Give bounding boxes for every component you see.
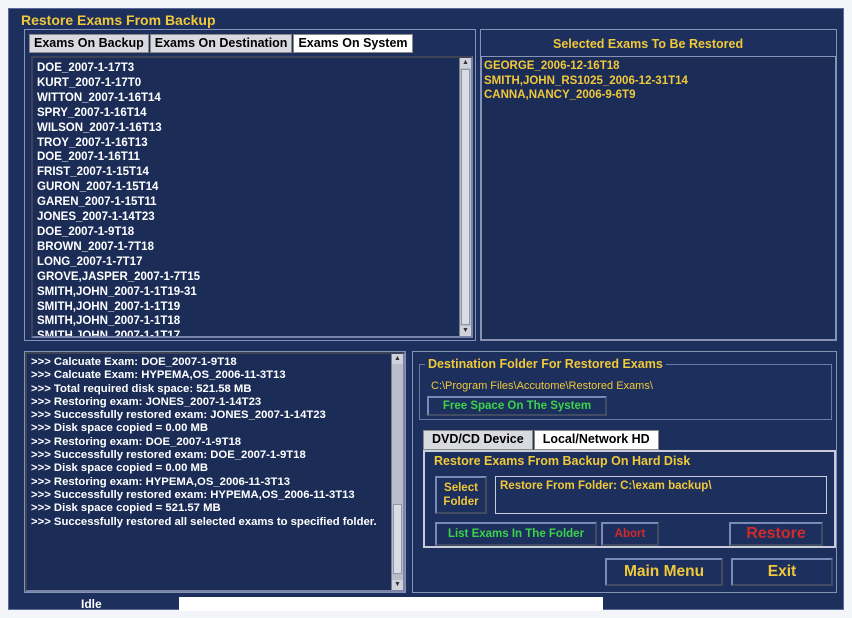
folder-path-box: Restore From Folder: C:\exam backup\ <box>495 476 827 514</box>
exam-list-item[interactable]: SMITH,JOHN_2007-1-1T19 <box>37 300 467 315</box>
log-line: >>> Total required disk space: 521.58 MB <box>31 382 252 395</box>
selected-exams-header: Selected Exams To Be Restored <box>553 37 744 51</box>
restore-log: >>> Calcuate Exam: DOE_2007-1-9T18 >>> Ca… <box>25 352 405 592</box>
exam-list-item[interactable]: SMITH,JOHN_2007-1-1T17 <box>37 329 467 336</box>
restore-hd-title: Restore Exams From Backup On Hard Disk <box>434 454 691 468</box>
destination-path: C:\Program Files\Accutome\Restored Exams… <box>431 380 653 392</box>
destination-panel: Destination Folder For Restored Exams C:… <box>412 351 837 593</box>
exam-list-item[interactable]: KURT_2007-1-17T0 <box>37 76 467 91</box>
log-line: >>> Disk space copied = 0.00 MB <box>31 462 209 475</box>
media-tabs: DVD/CD Device Local/Network HD <box>423 430 660 450</box>
log-scroll-thumb[interactable] <box>393 504 402 574</box>
log-scrollbar[interactable]: ▲ ▼ <box>391 354 403 590</box>
folder-path-text: Restore From Folder: C:\exam backup\ <box>500 480 712 492</box>
exam-list-item[interactable]: GAREN_2007-1-15T11 <box>37 195 467 210</box>
exam-list-item[interactable]: GROVE,JASPER_2007-1-7T15 <box>37 270 467 285</box>
exam-list-item[interactable]: SMITH,JOHN_2007-1-1T19-31 <box>37 285 467 300</box>
exam-list-item[interactable]: DOE_2007-1-16T11 <box>37 150 467 165</box>
log-line: >>> Successfully restored exam: HYPEMA,O… <box>31 488 355 501</box>
log-list: >>> Calcuate Exam: DOE_2007-1-9T18 >>> Ca… <box>27 354 389 531</box>
source-tabs: Exams On Backup Exams On Destination Exa… <box>29 34 414 53</box>
log-line: >>> Calcuate Exam: HYPEMA,OS_2006-11-3T1… <box>31 369 286 382</box>
exam-list: DOE_2007-1-17T3 KURT_2007-1-17T0 WITTON_20… <box>33 58 471 336</box>
log-line: >>> Successfully restored all selected e… <box>31 515 377 528</box>
log-line: >>> Restoring exam: HYPEMA,OS_2006-11-3T… <box>31 475 291 488</box>
selected-exam-item[interactable]: GEORGE_2006-12-16T18 <box>484 59 833 74</box>
exam-source-panel: Exams On Backup Exams On Destination Exa… <box>24 29 476 341</box>
exam-list-item[interactable]: BROWN_2007-1-7T18 <box>37 240 467 255</box>
scroll-up-icon[interactable]: ▲ <box>460 58 471 68</box>
window-title: Restore Exams From Backup <box>21 12 216 28</box>
selected-exam-list[interactable]: GEORGE_2006-12-16T18 SMITH,JOHN_RS1025_20… <box>481 56 836 340</box>
tab-local-network-hd[interactable]: Local/Network HD <box>533 430 659 450</box>
tab-dvd-cd-device[interactable]: DVD/CD Device <box>423 430 533 450</box>
status-bar: Idle <box>9 597 845 611</box>
log-scroll-up-icon[interactable]: ▲ <box>392 354 403 364</box>
select-folder-label: Select Folder <box>443 482 479 508</box>
exam-list-item[interactable]: DOE_2007-1-9T18 <box>37 225 467 240</box>
log-line: >>> Disk space copied = 521.57 MB <box>31 502 221 515</box>
main-menu-button[interactable]: Main Menu <box>605 558 723 586</box>
exam-list-item[interactable]: TROY_2007-1-16T13 <box>37 136 467 151</box>
selected-list: GEORGE_2006-12-16T18 SMITH,JOHN_RS1025_20… <box>484 59 833 103</box>
exam-list-item[interactable]: SPRY_2007-1-16T14 <box>37 106 467 121</box>
log-line: >>> Successfully restored exam: JONES_20… <box>31 409 326 422</box>
exam-list-scrollbar[interactable]: ▲ ▼ <box>459 58 471 336</box>
selected-exam-item[interactable]: CANNA,NANCY_2006-9-6T9 <box>484 88 833 103</box>
destination-title: Destination Folder For Restored Exams <box>425 357 666 371</box>
log-line: >>> Calcuate Exam: DOE_2007-1-9T18 <box>31 356 237 368</box>
selected-exam-item[interactable]: SMITH,JOHN_RS1025_2006-12-31T14 <box>484 74 833 89</box>
select-folder-button[interactable]: Select Folder <box>435 476 487 514</box>
exam-list-item[interactable]: DOE_2007-1-17T3 <box>37 61 467 76</box>
exam-list-item[interactable]: SMITH,JOHN_2007-1-1T18 <box>37 314 467 329</box>
exam-list-item[interactable]: WILSON_2007-1-16T13 <box>37 121 467 136</box>
system-exam-list[interactable]: DOE_2007-1-17T3 KURT_2007-1-17T0 WITTON_20… <box>31 56 473 338</box>
tab-exams-on-backup[interactable]: Exams On Backup <box>29 34 149 53</box>
exam-list-item[interactable]: LONG_2007-1-7T17 <box>37 255 467 270</box>
log-line: >>> Disk space copied = 0.00 MB <box>31 422 209 435</box>
log-scroll-down-icon[interactable]: ▼ <box>392 580 403 590</box>
restore-button[interactable]: Restore <box>729 522 823 546</box>
scroll-down-icon[interactable]: ▼ <box>460 326 471 336</box>
exam-list-item[interactable]: GURON_2007-1-15T14 <box>37 180 467 195</box>
list-exams-button[interactable]: List Exams In The Folder <box>435 522 597 546</box>
tab-exams-on-system[interactable]: Exams On System <box>293 34 413 53</box>
log-panel: >>> Calcuate Exam: DOE_2007-1-9T18 >>> Ca… <box>24 351 406 593</box>
log-line: >>> Restoring exam: JONES_2007-1-14T23 <box>31 395 262 408</box>
selected-exams-panel: Selected Exams To Be Restored GEORGE_200… <box>480 29 837 341</box>
free-space-button[interactable]: Free Space On The System <box>427 396 607 416</box>
restore-window: Restore Exams From Backup Exams On Backu… <box>8 8 845 611</box>
status-text: Idle <box>81 597 102 611</box>
exit-button[interactable]: Exit <box>731 558 833 586</box>
exam-list-item[interactable]: WITTON_2007-1-16T14 <box>37 91 467 106</box>
tab-exams-on-destination[interactable]: Exams On Destination <box>149 34 293 53</box>
exam-list-item[interactable]: FRIST_2007-1-15T14 <box>37 165 467 180</box>
exam-list-item[interactable]: JONES_2007-1-14T23 <box>37 210 467 225</box>
progress-bar <box>179 597 603 611</box>
log-line: >>> Successfully restored exam: DOE_2007… <box>31 449 306 462</box>
log-line: >>> Restoring exam: DOE_2007-1-9T18 <box>31 435 242 448</box>
scroll-thumb[interactable] <box>461 69 470 325</box>
abort-button[interactable]: Abort <box>601 522 659 546</box>
